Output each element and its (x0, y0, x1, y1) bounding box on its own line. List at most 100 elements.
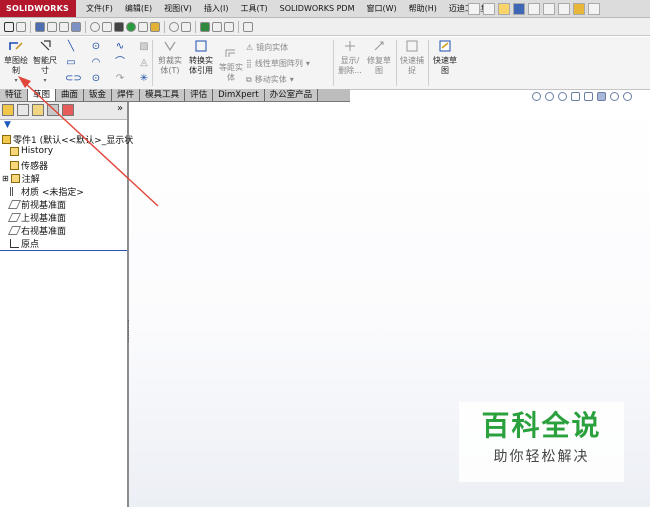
tab-dimxpert[interactable]: DimXpert (213, 89, 265, 101)
convert-entities-button[interactable]: 转换实体引用 (186, 38, 216, 76)
smart-dimension-button[interactable]: 智能尺寸 ▾ (32, 38, 58, 86)
quick-snap-button[interactable]: 快速捕捉 (399, 38, 425, 76)
plane-icon[interactable]: ◬ (138, 57, 150, 68)
tab-sketch[interactable]: 草图 (28, 89, 57, 101)
point-icon[interactable]: ✳ (138, 73, 150, 84)
rapid-sketch-button[interactable]: 快速草图 (431, 38, 459, 76)
move-button[interactable]: ⧉ 移动实体 ▾ (246, 74, 294, 85)
sketch-button[interactable]: 草图绘制 ▾ (3, 38, 29, 86)
rebuild-icon[interactable] (573, 2, 585, 15)
tree-item-top-plane[interactable]: 上视基准面 (7, 211, 66, 224)
zoom-to-fit-icon[interactable] (532, 92, 541, 101)
display-style-icon[interactable] (71, 21, 81, 32)
filter-icon[interactable]: ▼ (4, 121, 12, 130)
previous-view-icon[interactable] (558, 92, 567, 101)
offset-button[interactable]: 等距实体 (218, 45, 244, 83)
line-icon[interactable]: ╲ (65, 41, 77, 52)
trim-button[interactable]: 剪裁实体(T) (156, 38, 184, 76)
polygon-icon[interactable]: ⊙ (90, 73, 102, 84)
binoculars-icon[interactable] (181, 21, 191, 32)
tree-item-sensors[interactable]: 传感器 (10, 159, 48, 172)
image-icon[interactable] (224, 21, 234, 32)
tab-weldments[interactable]: 焊件 (112, 89, 141, 101)
display-style-icon[interactable] (597, 92, 606, 101)
select-icon[interactable] (558, 2, 570, 15)
menu-edit[interactable]: 编辑(E) (119, 0, 158, 17)
configuration-manager-tab-icon[interactable] (32, 104, 44, 116)
construction-icon[interactable]: ↷ (114, 73, 126, 84)
pin-icon[interactable] (468, 2, 480, 15)
tab-features[interactable]: 特征 (0, 89, 29, 101)
menu-pdm[interactable]: SOLIDWORKS PDM (274, 0, 361, 17)
green-status-icon[interactable] (126, 21, 136, 32)
view-icon[interactable] (35, 21, 45, 32)
realview-icon[interactable] (114, 21, 124, 32)
property-manager-tab-icon[interactable] (17, 104, 29, 116)
display-manager-tab-icon[interactable] (62, 104, 74, 116)
menu-help[interactable]: 帮助(H) (403, 0, 443, 17)
scene-icon[interactable] (102, 21, 112, 32)
save-icon[interactable] (513, 2, 525, 15)
new-doc-icon[interactable] (483, 2, 495, 15)
dimxpert-manager-tab-icon[interactable] (47, 104, 59, 116)
tree-item-annotations[interactable]: ⊞ 注解 (2, 172, 40, 185)
view-orientation-icon[interactable] (584, 92, 593, 101)
offset-label: 等距实体 (219, 63, 243, 82)
fillet-icon[interactable]: ⌒ (114, 57, 126, 68)
printer-icon[interactable] (212, 21, 222, 32)
arc-icon[interactable]: ◠ (90, 57, 102, 68)
table-icon[interactable] (243, 21, 253, 32)
sketch-tool-icon[interactable] (4, 21, 14, 32)
convert-label: 转换实体引用 (189, 56, 213, 75)
zoom-fit-icon[interactable] (47, 21, 57, 32)
show-delete-relations-button[interactable]: 显示/删除... (337, 38, 363, 76)
rectangle-icon[interactable]: ▭ (65, 57, 77, 68)
tree-rollback-bar[interactable] (0, 250, 127, 251)
options-icon[interactable] (588, 2, 600, 15)
appearance-icon[interactable] (623, 92, 632, 101)
dimension-tool-icon[interactable] (16, 21, 26, 32)
tab-mold-tools[interactable]: 模具工具 (140, 89, 186, 101)
linear-pattern-button[interactable]: ⣿ 线性草图阵列 ▾ (246, 58, 310, 69)
section-view-icon[interactable] (59, 21, 69, 32)
expand-icon[interactable]: ⊞ (2, 174, 9, 183)
expand-panel-icon[interactable]: » (117, 103, 123, 114)
undo-icon[interactable] (543, 2, 555, 15)
material-icon (10, 187, 19, 196)
menu-tools[interactable]: 工具(T) (234, 0, 273, 17)
text-sketch-icon[interactable]: ▧ (138, 41, 150, 52)
menu-view[interactable]: 视图(V) (158, 0, 198, 17)
appearance-icon[interactable] (90, 21, 100, 32)
tree-item-history[interactable]: History (10, 146, 53, 156)
menu-window[interactable]: 窗口(W) (360, 0, 402, 17)
tab-evaluate[interactable]: 评估 (185, 89, 214, 101)
yellow-tool-icon[interactable] (150, 21, 160, 32)
tab-sheet-metal[interactable]: 钣金 (84, 89, 113, 101)
mw-icon[interactable] (138, 21, 148, 32)
tree-item-origin[interactable]: 原点 (10, 237, 39, 250)
panel-splitter-handle[interactable] (128, 320, 134, 342)
section-view-icon[interactable] (571, 92, 580, 101)
solidworks-logo[interactable]: SOLIDWORKS (0, 0, 76, 17)
tree-item-right-plane[interactable]: 右视基准面 (7, 224, 66, 237)
mirror-button[interactable]: ⚠ 镜向实体 (246, 42, 288, 53)
print-icon[interactable] (528, 2, 540, 15)
tab-office-products[interactable]: 办公室产品 (264, 89, 319, 101)
slot-icon[interactable]: ⊂⊃ (65, 73, 82, 84)
spline-icon[interactable]: ∿ (114, 41, 126, 52)
zoom-to-area-icon[interactable] (545, 92, 554, 101)
feature-manager-tab-icon[interactable] (2, 104, 14, 116)
menu-insert[interactable]: 插入(I) (198, 0, 235, 17)
tree-item-front-plane[interactable]: 前视基准面 (7, 198, 66, 211)
search-icon[interactable] (169, 21, 179, 32)
menu-file[interactable]: 文件(F) (80, 0, 119, 17)
spreadsheet-icon[interactable] (200, 21, 210, 32)
tree-part-root[interactable]: 零件1 (默认<<默认>_显示状 (2, 133, 133, 146)
open-icon[interactable] (498, 2, 510, 15)
circle-icon[interactable]: ⊙ (90, 41, 102, 52)
tree-item-material[interactable]: 材质 <未指定> (10, 185, 84, 198)
repair-sketch-button[interactable]: 修复草图 (366, 38, 392, 76)
hide-show-icon[interactable] (610, 92, 619, 101)
part-icon (2, 135, 11, 144)
tab-surfaces[interactable]: 曲面 (56, 89, 85, 101)
